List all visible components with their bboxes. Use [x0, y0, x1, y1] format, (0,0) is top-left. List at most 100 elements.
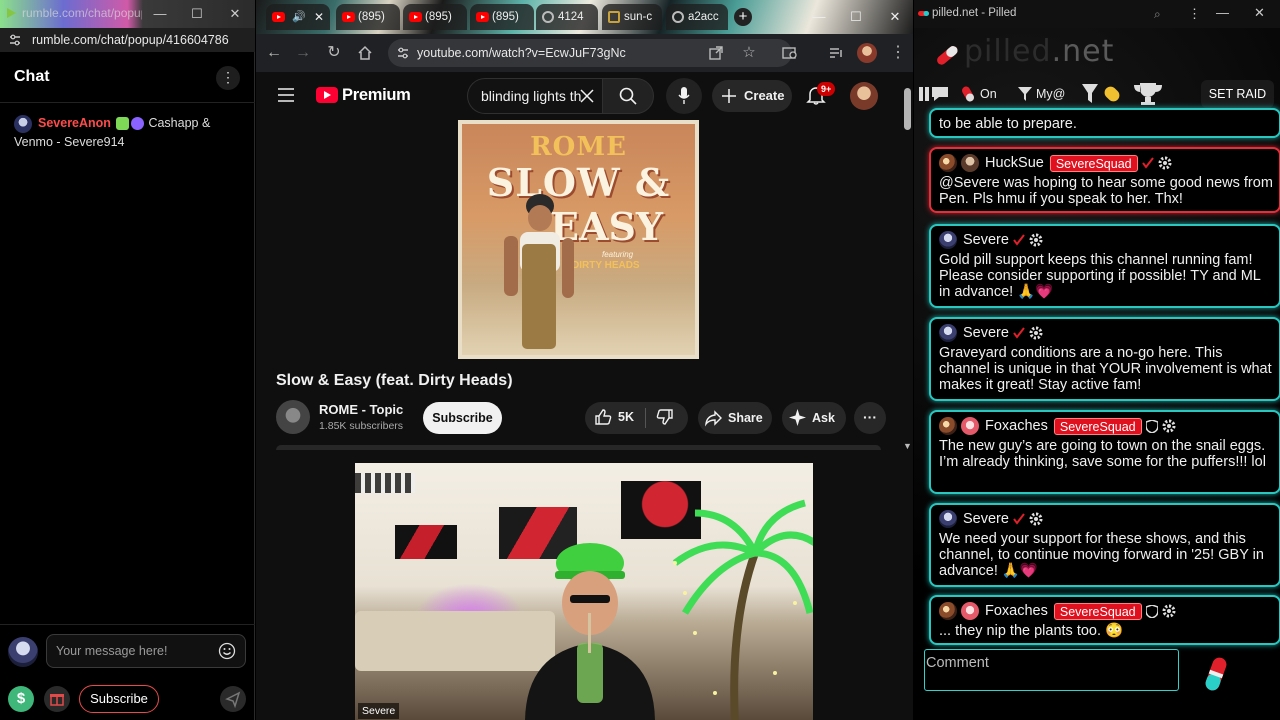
- minimize-button[interactable]: —: [145, 4, 175, 24]
- tab-youtube[interactable]: (895): [336, 4, 400, 30]
- window-menu-icon[interactable]: ⋮: [1188, 6, 1201, 22]
- chat-menu-button[interactable]: ⋮: [216, 66, 240, 90]
- scrollbar[interactable]: [902, 78, 913, 450]
- clear-icon[interactable]: [578, 87, 596, 105]
- avatar[interactable]: [939, 231, 957, 249]
- gear-icon[interactable]: [1162, 604, 1176, 618]
- gear-icon[interactable]: [1158, 156, 1172, 170]
- tip-button[interactable]: $: [8, 686, 34, 712]
- chat-message: to be able to prepare.: [929, 108, 1280, 138]
- send-button[interactable]: [220, 686, 246, 712]
- chat-message-text: @Severe was hoping to hear some good new…: [939, 175, 1273, 207]
- chat-message: HuckSue SevereSquad @Severe was hoping t…: [929, 147, 1280, 213]
- omnibox-url[interactable]: youtube.com/watch?v=EcwJuF73gNc: [388, 39, 792, 67]
- divider: [0, 624, 255, 625]
- send-pill-icon[interactable]: [1202, 655, 1230, 693]
- channel-name[interactable]: ROME - Topic: [319, 402, 403, 417]
- home-icon[interactable]: [357, 45, 373, 61]
- like-count[interactable]: 5K: [618, 410, 634, 424]
- gear-icon[interactable]: [1029, 512, 1043, 526]
- minimize-button[interactable]: —: [1216, 5, 1229, 20]
- video-player-album-art[interactable]: ROME SLOW & EASY featuring DIRTY HEADS: [458, 120, 699, 359]
- chat-username[interactable]: HuckSue: [985, 155, 1044, 171]
- neon-palm-decoration: [672, 499, 813, 720]
- avatar[interactable]: [961, 602, 979, 620]
- reload-icon[interactable]: ↻: [324, 43, 344, 63]
- tab-generic[interactable]: 4124: [536, 4, 598, 30]
- chat-username[interactable]: Foxaches: [985, 603, 1048, 619]
- check-icon: [1013, 513, 1025, 525]
- bookmark-star-icon[interactable]: ☆: [739, 43, 759, 63]
- thumbs-up-icon[interactable]: [594, 408, 612, 426]
- tab-close-icon[interactable]: ✕: [314, 4, 324, 30]
- back-icon[interactable]: ←: [264, 43, 284, 63]
- gear-icon[interactable]: [1029, 326, 1043, 340]
- tab-youtube[interactable]: (895): [403, 4, 467, 30]
- forward-icon[interactable]: →: [293, 43, 313, 63]
- account-avatar[interactable]: [850, 82, 878, 110]
- site-settings-icon[interactable]: [396, 46, 410, 60]
- close-button[interactable]: ✕: [883, 6, 907, 28]
- gear-icon[interactable]: [1162, 419, 1176, 433]
- subscribe-button[interactable]: Subscribe: [79, 685, 159, 713]
- youtube-logo-icon[interactable]: [316, 87, 338, 103]
- new-tab-button[interactable]: +: [734, 8, 752, 26]
- chat-username[interactable]: Severe: [963, 325, 1009, 341]
- pill-icon: [962, 86, 974, 102]
- minimize-button[interactable]: —: [807, 6, 831, 28]
- gear-icon[interactable]: [1029, 233, 1043, 247]
- maximize-button[interactable]: ☐: [844, 6, 868, 28]
- rumble-url-bar[interactable]: rumble.com/chat/popup/416604786: [0, 28, 255, 52]
- chat-username[interactable]: SevereAnon: [38, 116, 111, 130]
- tab-active-audio[interactable]: 🔊 ✕: [266, 4, 330, 30]
- youtube-brand[interactable]: Premium: [342, 86, 411, 105]
- search-button[interactable]: [602, 78, 654, 114]
- tab-generic[interactable]: a2acc: [666, 4, 728, 30]
- comment-input[interactable]: Comment: [924, 649, 1179, 691]
- filter-mentions-button[interactable]: My@: [1016, 80, 1074, 108]
- layout-toggle-button[interactable]: [918, 80, 952, 108]
- description-box[interactable]: [276, 445, 881, 450]
- speaker-icon[interactable]: 🔊: [292, 4, 306, 30]
- site-settings-icon[interactable]: [8, 33, 22, 47]
- leaderboard-button[interactable]: [1130, 80, 1166, 108]
- filter-pill-button[interactable]: [1080, 80, 1124, 108]
- gift-button[interactable]: [44, 686, 70, 712]
- zoom-icon[interactable]: ⌕: [1154, 7, 1161, 22]
- thumbs-down-icon[interactable]: [656, 408, 674, 426]
- subscriber-count: 1.85K subscribers: [319, 420, 404, 432]
- avatar[interactable]: [939, 510, 957, 528]
- avatar[interactable]: [961, 417, 979, 435]
- menu-icon[interactable]: [278, 88, 294, 102]
- close-button[interactable]: ✕: [220, 4, 250, 24]
- squad-badge: SevereSquad: [1053, 602, 1142, 620]
- pill-toggle-on[interactable]: On: [958, 80, 1008, 108]
- chat-message-input[interactable]: Your message here!: [46, 634, 246, 668]
- maximize-button[interactable]: ☐: [182, 4, 212, 24]
- close-button[interactable]: ✕: [1254, 5, 1265, 21]
- channel-avatar[interactable]: [276, 400, 310, 434]
- more-actions-button[interactable]: ···: [854, 402, 886, 434]
- tab-generic[interactable]: sun-c: [602, 4, 662, 30]
- open-in-app-icon[interactable]: [708, 45, 724, 61]
- chat-username[interactable]: Foxaches: [985, 418, 1048, 434]
- voice-search-button[interactable]: [666, 78, 702, 114]
- chat-message-text: The new guy’s are going to town on the s…: [939, 438, 1266, 470]
- scrollbar-thumb[interactable]: [904, 88, 911, 130]
- pill-logo-icon: [937, 46, 958, 65]
- chat-username[interactable]: Severe: [963, 232, 1009, 248]
- emoji-icon[interactable]: [218, 642, 236, 660]
- tab-search-icon[interactable]: [782, 45, 798, 61]
- profile-avatar[interactable]: [857, 43, 877, 63]
- tab-youtube[interactable]: (895): [470, 4, 534, 30]
- media-controls-icon[interactable]: [828, 45, 844, 61]
- chat-username[interactable]: Severe: [963, 511, 1009, 527]
- subscribe-button[interactable]: Subscribe: [423, 402, 502, 434]
- set-raid-button[interactable]: SET RAID: [1201, 80, 1274, 108]
- scroll-down-icon[interactable]: ▼: [903, 441, 912, 451]
- browser-menu-icon[interactable]: ⋮: [888, 43, 908, 63]
- webcam-video[interactable]: [355, 463, 813, 720]
- avatar[interactable]: [961, 154, 979, 172]
- avatar[interactable]: [939, 324, 957, 342]
- avatar[interactable]: [14, 114, 32, 133]
